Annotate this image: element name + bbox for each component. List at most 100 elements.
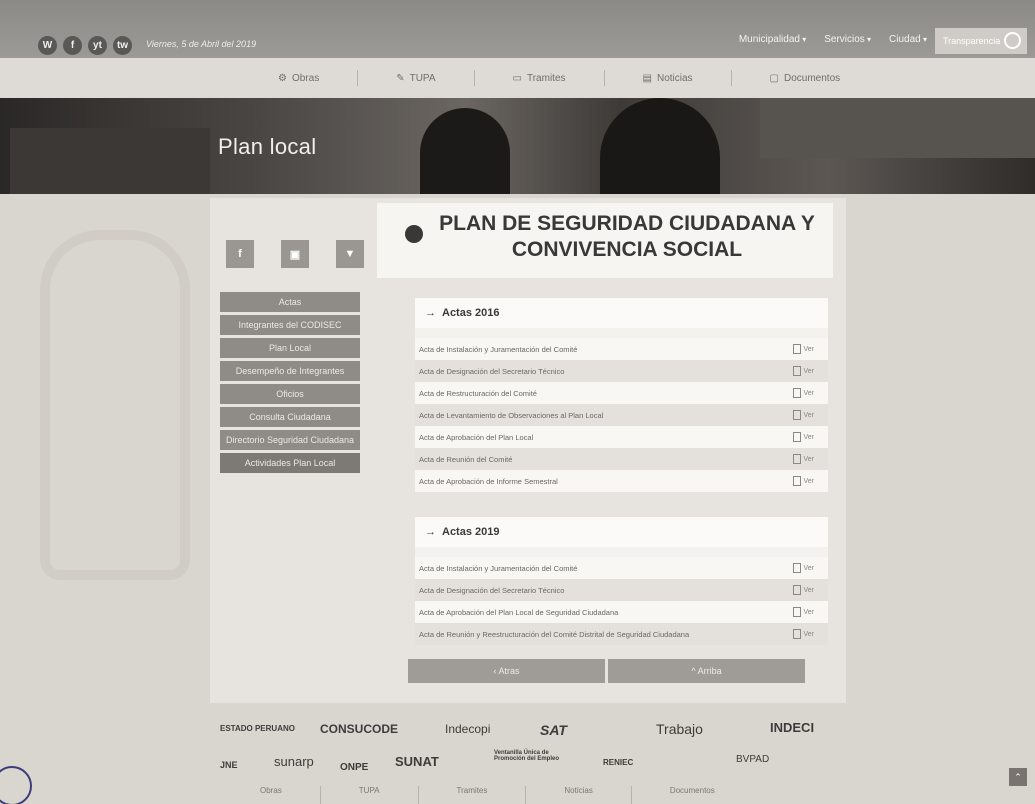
page-title-box: PLAN DE SEGURIDAD CIUDADANA Y CONVIVENCI…	[377, 203, 833, 278]
youtube-share-icon[interactable]: ▣	[281, 240, 309, 268]
table-row: Acta de Instalación y Juramentación del …	[415, 557, 828, 579]
logo-onpe[interactable]: ONPE	[340, 762, 368, 773]
logo-indeci[interactable]: INDECI	[770, 720, 814, 735]
ver-link[interactable]: Ver	[793, 410, 814, 420]
footer-nav-tramites[interactable]: Tramites	[419, 786, 527, 804]
scroll-up-button[interactable]: ^ Arriba	[608, 659, 805, 683]
ver-link[interactable]: Ver	[793, 454, 814, 464]
newspaper-icon: ▤	[642, 72, 652, 84]
transparency-button[interactable]: Transparencia	[935, 28, 1027, 54]
document-icon	[793, 344, 802, 354]
logo-indecopi[interactable]: Indecopi	[445, 722, 490, 736]
arrow-right-icon: →	[425, 526, 436, 538]
document-icon	[793, 410, 802, 420]
document-icon	[793, 388, 802, 398]
acta-list: Acta de Instalación y Juramentación del …	[415, 557, 828, 645]
subnav-tramites[interactable]: ▭ Tramites	[475, 70, 605, 86]
panel-heading: → Actas 2016	[415, 298, 828, 328]
scroll-top-icon[interactable]: ⌃	[1009, 768, 1027, 786]
logo-estado-peruano[interactable]: ESTADO PERUANO	[220, 724, 295, 733]
footer-nav-documentos[interactable]: Documentos	[632, 786, 753, 804]
ver-link[interactable]: Ver	[793, 585, 814, 595]
footer-nav-noticias[interactable]: Noticias	[526, 786, 632, 804]
pagination-buttons: ‹ Atras ^ Arriba	[408, 659, 805, 683]
subnav-obras[interactable]: ⚙ Obras	[240, 70, 359, 86]
folder-icon: ▭	[512, 72, 522, 84]
logo-consucode[interactable]: CONSUCODE	[320, 722, 398, 736]
twitter-share-icon[interactable]: ▼	[336, 240, 364, 268]
youtube-icon[interactable]: yt	[88, 36, 107, 55]
sidebar-item-integrantes[interactable]: Integrantes del CODISEC	[220, 315, 360, 335]
top-bar: W f yt tw Viernes, 5 de Abril del 2019 M…	[0, 0, 1035, 58]
sidebar-item-plan-local[interactable]: Plan Local	[220, 338, 360, 358]
document-icon	[793, 563, 802, 573]
pen-icon: ✎	[396, 72, 405, 84]
sidebar-item-desempeno[interactable]: Desempeño de Integrantes	[220, 361, 360, 381]
footer-nav-tupa[interactable]: TUPA	[321, 786, 419, 804]
footer-nav: Obras TUPA Tramites Noticias Documentos	[0, 786, 1035, 804]
whatsapp-icon[interactable]: W	[38, 36, 57, 55]
table-row: Acta de Aprobación del Plan Local Ver	[415, 426, 828, 448]
ver-link[interactable]: Ver	[793, 629, 814, 639]
social-links: W f yt tw	[38, 36, 132, 55]
document-icon	[793, 432, 802, 442]
subnav-noticias[interactable]: ▤ Noticias	[605, 70, 732, 86]
panel-heading: → Actas 2019	[415, 517, 828, 547]
ver-link[interactable]: Ver	[793, 432, 814, 442]
logo-reniec[interactable]: RENIEC	[603, 758, 633, 767]
table-row: Acta de Reunión y Reestructuración del C…	[415, 623, 828, 645]
ver-link[interactable]: Ver	[793, 366, 814, 376]
sidebar-item-consulta[interactable]: Consulta Ciudadana	[220, 407, 360, 427]
sub-nav: ⚙ Obras ✎ TUPA ▭ Tramites ▤ Noticias ▢ Docume…	[0, 58, 1035, 98]
table-row: Acta de Instalación y Juramentación del …	[415, 338, 828, 360]
share-buttons: f ▣ ▼	[226, 240, 364, 268]
banner-title: Plan local	[218, 134, 317, 159]
ver-link[interactable]: Ver	[793, 344, 814, 354]
nav-servicios[interactable]: Servicios	[824, 34, 871, 45]
facebook-share-icon[interactable]: f	[226, 240, 254, 268]
nav-ciudad[interactable]: Ciudad	[889, 34, 927, 45]
logo-bvpad[interactable]: BVPAD	[736, 754, 769, 765]
page-title: PLAN DE SEGURIDAD CIUDADANA Y CONVIVENCI…	[439, 212, 815, 261]
ver-link[interactable]: Ver	[793, 607, 814, 617]
stamp	[0, 766, 32, 804]
logo-ventanilla[interactable]: Ventanilla Única de Promoción del Empleo	[494, 750, 569, 762]
ver-link[interactable]: Ver	[793, 476, 814, 486]
ver-link[interactable]: Ver	[793, 388, 814, 398]
logo-sunat[interactable]: SUNAT	[395, 754, 439, 769]
gear-icon: ⚙	[278, 72, 287, 84]
search-icon[interactable]	[1004, 32, 1021, 49]
top-nav: Municipalidad Servicios Ciudad	[739, 34, 927, 45]
arrow-right-icon: →	[425, 307, 436, 319]
transparency-label: Transparencia	[943, 36, 1001, 46]
document-icon	[793, 366, 802, 376]
table-row: Acta de Designación del Secretario Técni…	[415, 360, 828, 382]
document-icon	[793, 585, 802, 595]
facebook-icon[interactable]: f	[63, 36, 82, 55]
document-icon: ▢	[769, 72, 779, 84]
panel-actas-2019: → Actas 2019 Acta de Instalación y Jurame…	[415, 517, 828, 645]
back-button[interactable]: ‹ Atras	[408, 659, 605, 683]
table-row: Acta de Levantamiento de Observaciones a…	[415, 404, 828, 426]
ver-link[interactable]: Ver	[793, 563, 814, 573]
document-icon	[793, 607, 802, 617]
nav-municipalidad[interactable]: Municipalidad	[739, 34, 806, 45]
table-row: Acta de Aprobación de Informe Semestral V…	[415, 470, 828, 492]
logo-sunarp[interactable]: sunarp	[274, 754, 314, 769]
logo-jne[interactable]: JNE	[220, 760, 238, 770]
background-decoration	[40, 230, 190, 580]
twitter-icon[interactable]: tw	[113, 36, 132, 55]
logo-trabajo[interactable]: Trabajo	[656, 721, 703, 737]
sidebar-item-directorio[interactable]: Directorio Seguridad Ciudadana	[220, 430, 360, 450]
table-row: Acta de Designación del Secretario Técni…	[415, 579, 828, 601]
table-row: Acta de Aprobación del Plan Local de Seg…	[415, 601, 828, 623]
sidebar-item-actividades[interactable]: Actividades Plan Local	[220, 453, 360, 473]
subnav-documentos[interactable]: ▢ Documentos	[732, 70, 879, 86]
sidebar-item-oficios[interactable]: Oficios	[220, 384, 360, 404]
footer-nav-obras[interactable]: Obras	[222, 786, 321, 804]
page-banner: Plan local	[0, 98, 1035, 194]
subnav-tupa[interactable]: ✎ TUPA	[358, 70, 475, 86]
sidebar-item-actas[interactable]: Actas	[220, 292, 360, 312]
panel-actas-2016: → Actas 2016 Acta de Instalación y Jurame…	[415, 298, 828, 492]
logo-sat[interactable]: SAT	[540, 722, 567, 738]
